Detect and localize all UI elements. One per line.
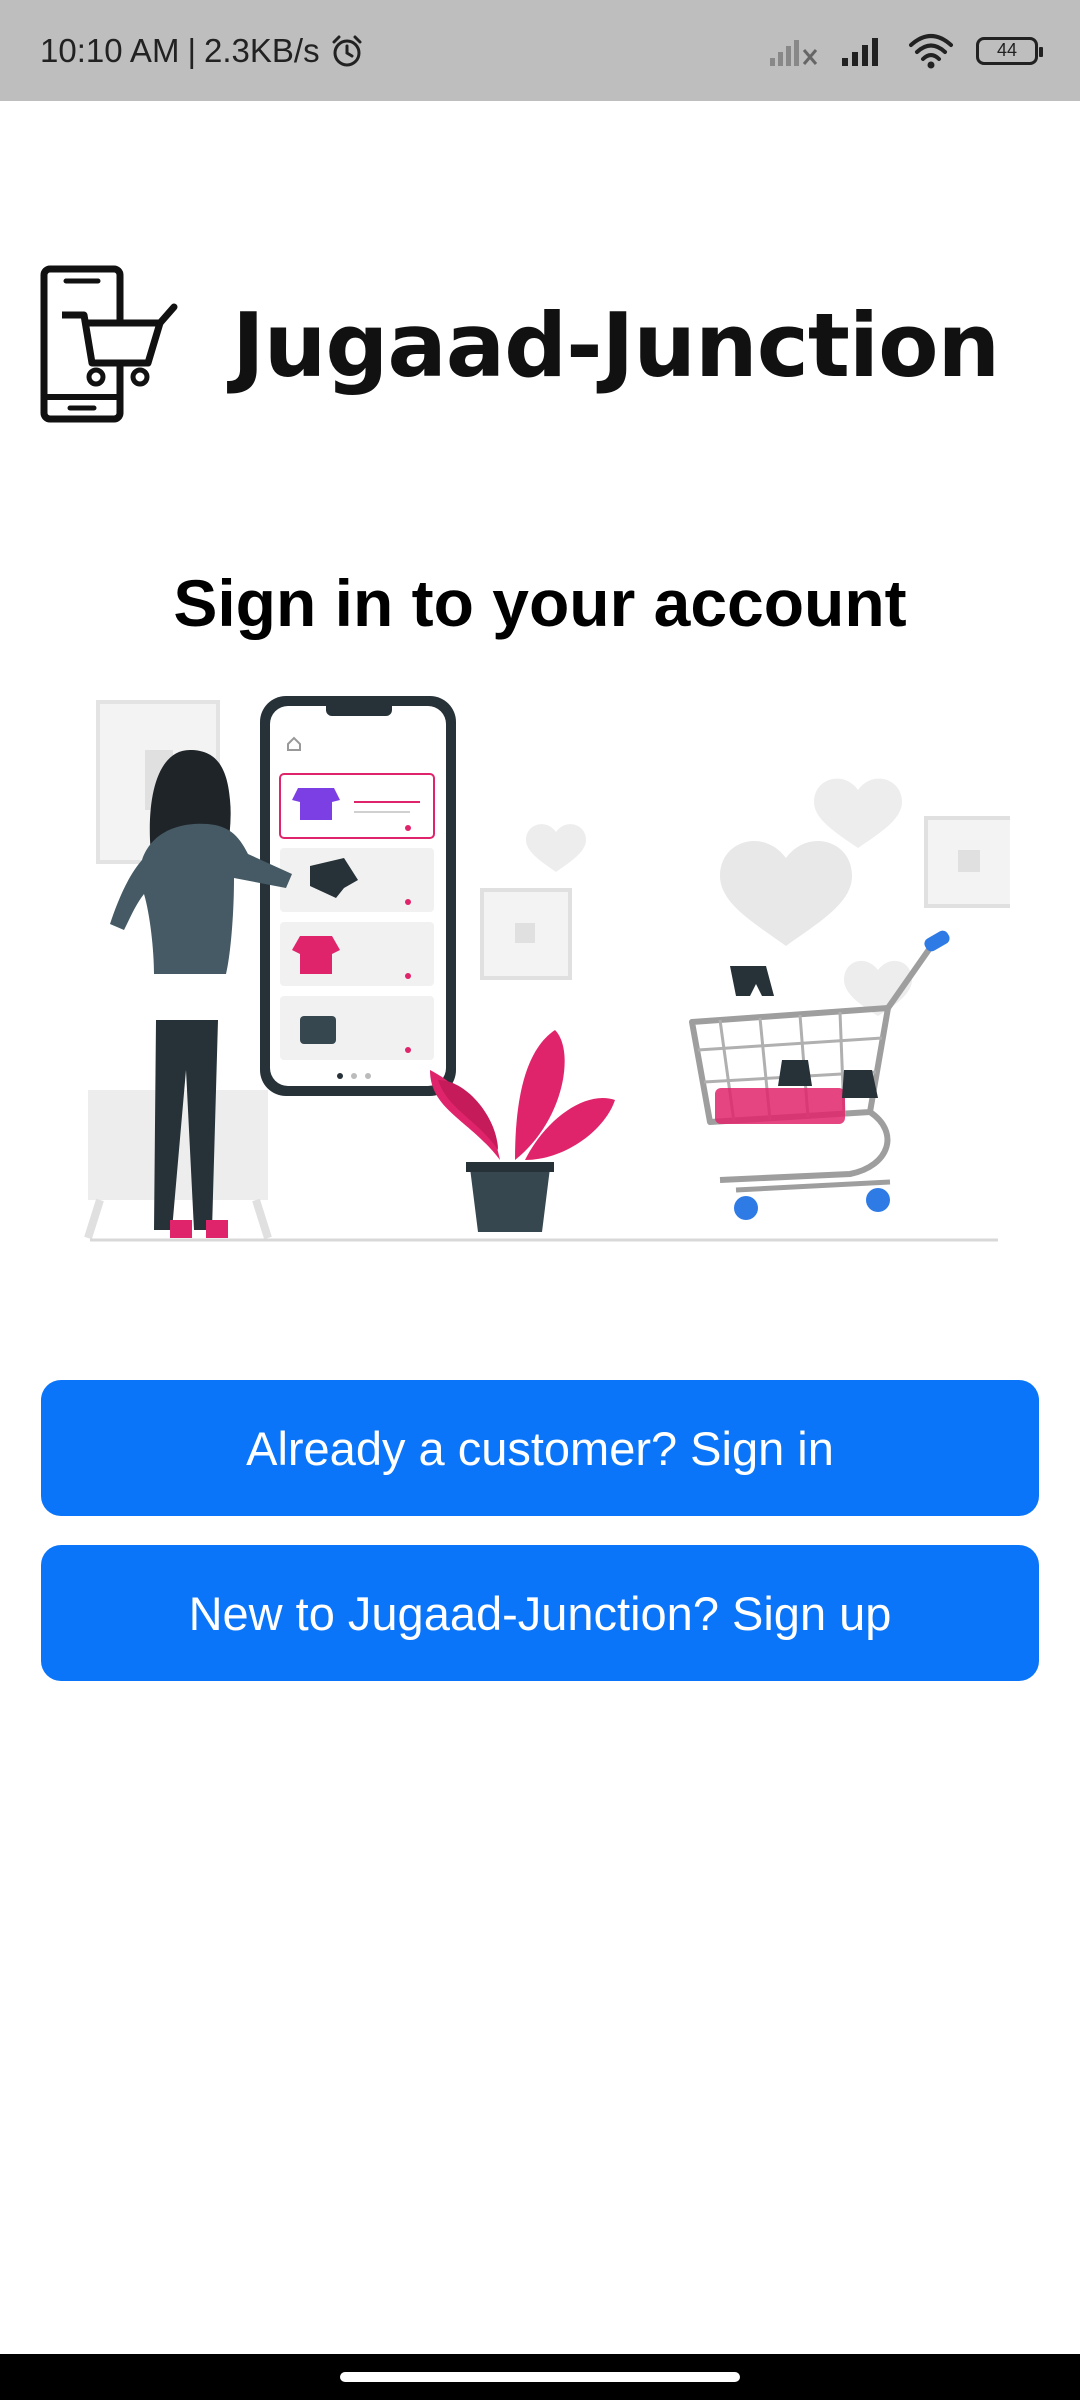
network-speed: 2.3KB/s [204, 31, 320, 69]
page-title: Sign in to your account [173, 566, 907, 640]
wifi-icon [909, 33, 953, 68]
no-signal-icon [770, 39, 818, 66]
battery-icon: 44 [976, 36, 1043, 65]
status-separator: | [187, 31, 197, 69]
navigation-bar [0, 2354, 1080, 2400]
status-right: 44 [768, 33, 1043, 69]
brand-logo: Jugaad-Junction [40, 265, 1040, 425]
status-time: 10:10 AM [40, 31, 180, 69]
home-indicator[interactable] [340, 2372, 740, 2382]
battery-level: 44 [996, 40, 1018, 60]
alarm-icon [332, 35, 362, 66]
sign-up-button[interactable]: New to Jugaad-Junction? Sign up [41, 1545, 1039, 1681]
status-bar: 10:10 AM | 2.3KB/s 44 [0, 0, 1080, 101]
phone-cart-icon [40, 265, 178, 423]
shopping-illustration [84, 696, 1010, 1242]
status-left: 10:10 AM | 2.3KB/s [40, 32, 366, 70]
sign-in-button[interactable]: Already a customer? Sign in [41, 1380, 1039, 1516]
brand-name: Jugaad-Junction [232, 293, 1000, 397]
signal-icon [842, 37, 878, 66]
